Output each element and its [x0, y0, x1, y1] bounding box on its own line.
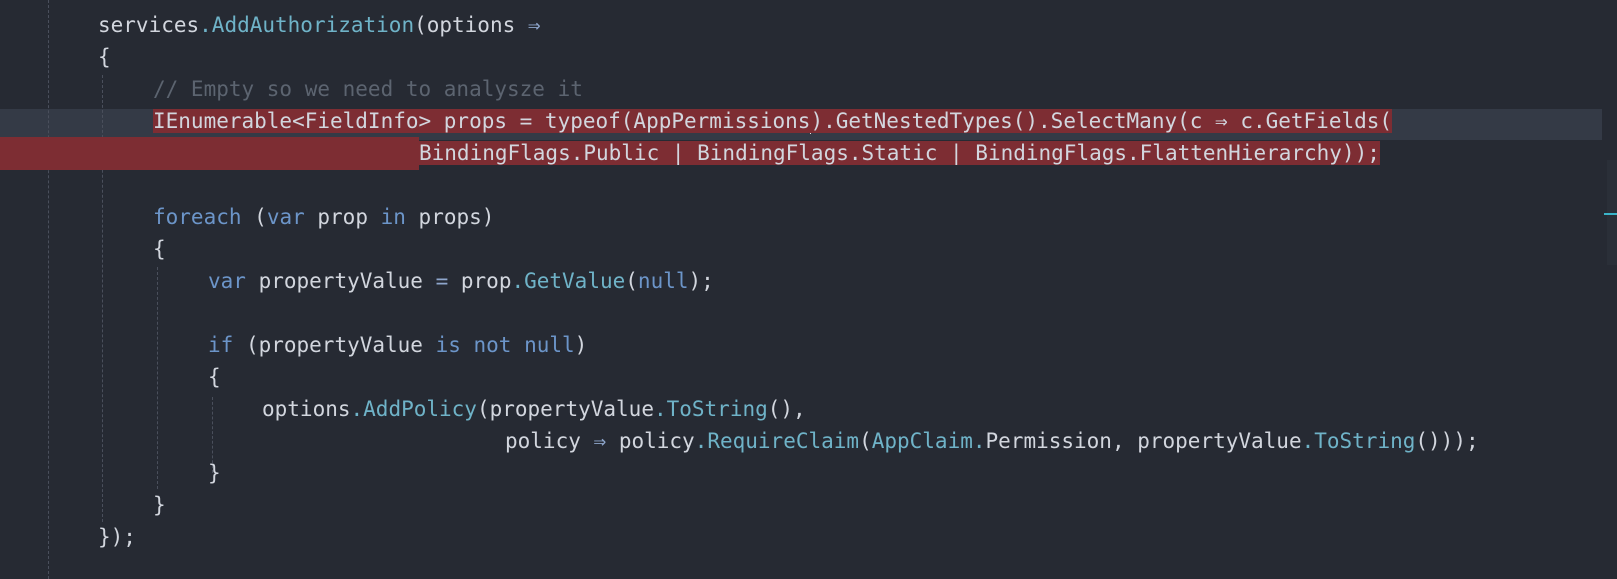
code-line-add-policy[interactable]: options.AddPolicy(propertyValue.ToString… [262, 393, 806, 426]
code-token-plain: { [153, 237, 166, 261]
code-token-plain: { [98, 45, 111, 69]
code-token-plain: IEnumerable<FieldInfo> props = typeof(Ap… [153, 109, 811, 133]
indent-guide [157, 267, 158, 489]
code-token-plain: policy [505, 429, 594, 453]
code-token-plain: ); [688, 269, 714, 293]
code-token-method: .AddPolicy [350, 397, 477, 421]
code-line-if[interactable]: if (propertyValue is not null) [208, 329, 587, 362]
code-token-arrow: ⇒ [593, 429, 607, 453]
code-token-arrow: = [435, 269, 449, 293]
code-token-plain: { [208, 365, 221, 389]
code-token-plain: ( [625, 269, 638, 293]
code-token-keyword: is not null [435, 333, 575, 357]
code-line-property-value[interactable]: var propertyValue = prop.GetValue(null); [208, 265, 714, 298]
code-line-binding-flags[interactable]: BindingFlags.Public | BindingFlags.Stati… [0, 137, 1380, 170]
indent-guide [48, 0, 49, 579]
code-line-comment[interactable]: // Empty so we need to analysze it [153, 73, 583, 106]
code-line-foreach[interactable]: foreach (var prop in props) [153, 201, 494, 234]
code-line-add-authorization[interactable]: services.AddAuthorization(options ⇒ [98, 9, 541, 42]
code-token-keyword: in [380, 205, 406, 229]
code-token-plain: services [98, 13, 200, 37]
code-line-props-declaration[interactable]: IEnumerable<FieldInfo> props = typeof(Ap… [153, 105, 1393, 138]
code-line-if-brace[interactable]: { [208, 361, 221, 394]
error-marker[interactable] [1604, 213, 1617, 215]
code-token-comment: // Empty so we need to analysze it [153, 77, 583, 101]
error-highlight [0, 137, 419, 170]
code-token-keyword: null [637, 269, 689, 293]
code-token-method: .RequireClaim [694, 429, 860, 453]
code-token-plain: ( [241, 205, 267, 229]
code-token-keyword: var [208, 269, 246, 293]
code-token-plain: ).GetNestedTypes().SelectMany(c ⇒ c.GetF… [810, 109, 1393, 133]
code-line-foreach-brace[interactable]: { [153, 233, 166, 266]
code-token-plain: Permission, propertyValue [985, 429, 1302, 453]
code-token-keyword: var [266, 205, 305, 229]
code-token-keyword: if [208, 333, 234, 357]
code-token-plain: ())); [1415, 429, 1479, 453]
code-token-type: AppClaim. [871, 429, 986, 453]
code-token-plain: ( [859, 429, 872, 453]
code-token-method: .ToString [653, 397, 768, 421]
code-token-keyword: foreach [153, 205, 242, 229]
code-line-foreach-close[interactable]: } [153, 489, 166, 522]
code-token-plain: (options [414, 13, 528, 37]
code-line-close[interactable]: }); [98, 521, 136, 554]
code-token-plain: options [262, 397, 351, 421]
code-token-plain: BindingFlags.Public | BindingFlags.Stati… [419, 141, 1380, 165]
code-token-method: .ToString [1301, 429, 1416, 453]
code-token-plain: (propertyValue [233, 333, 436, 357]
code-token-plain: policy [606, 429, 695, 453]
code-line-open-brace[interactable]: { [98, 41, 111, 74]
code-editor[interactable]: services.AddAuthorization(options ⇒{// E… [0, 0, 1617, 579]
code-token-plain: } [153, 493, 166, 517]
code-token-plain: ) [574, 333, 588, 357]
code-token-method: .GetValue [511, 269, 626, 293]
code-token-plain: prop [448, 269, 512, 293]
code-token-plain: } [208, 461, 221, 485]
code-line-if-close[interactable]: } [208, 457, 221, 490]
code-token-plain: prop [304, 205, 381, 229]
code-token-arrow: ⇒ [527, 13, 541, 37]
code-token-plain: propertyValue [245, 269, 436, 293]
code-line-require-claim[interactable]: policy ⇒ policy.RequireClaim(AppClaim.Pe… [505, 425, 1479, 458]
code-token-method: .AddAuthorization [199, 13, 415, 37]
code-token-plain: (), [767, 397, 806, 421]
code-token-plain: }); [98, 525, 136, 549]
code-token-plain: (propertyValue [476, 397, 654, 421]
code-token-plain: props) [405, 205, 495, 229]
